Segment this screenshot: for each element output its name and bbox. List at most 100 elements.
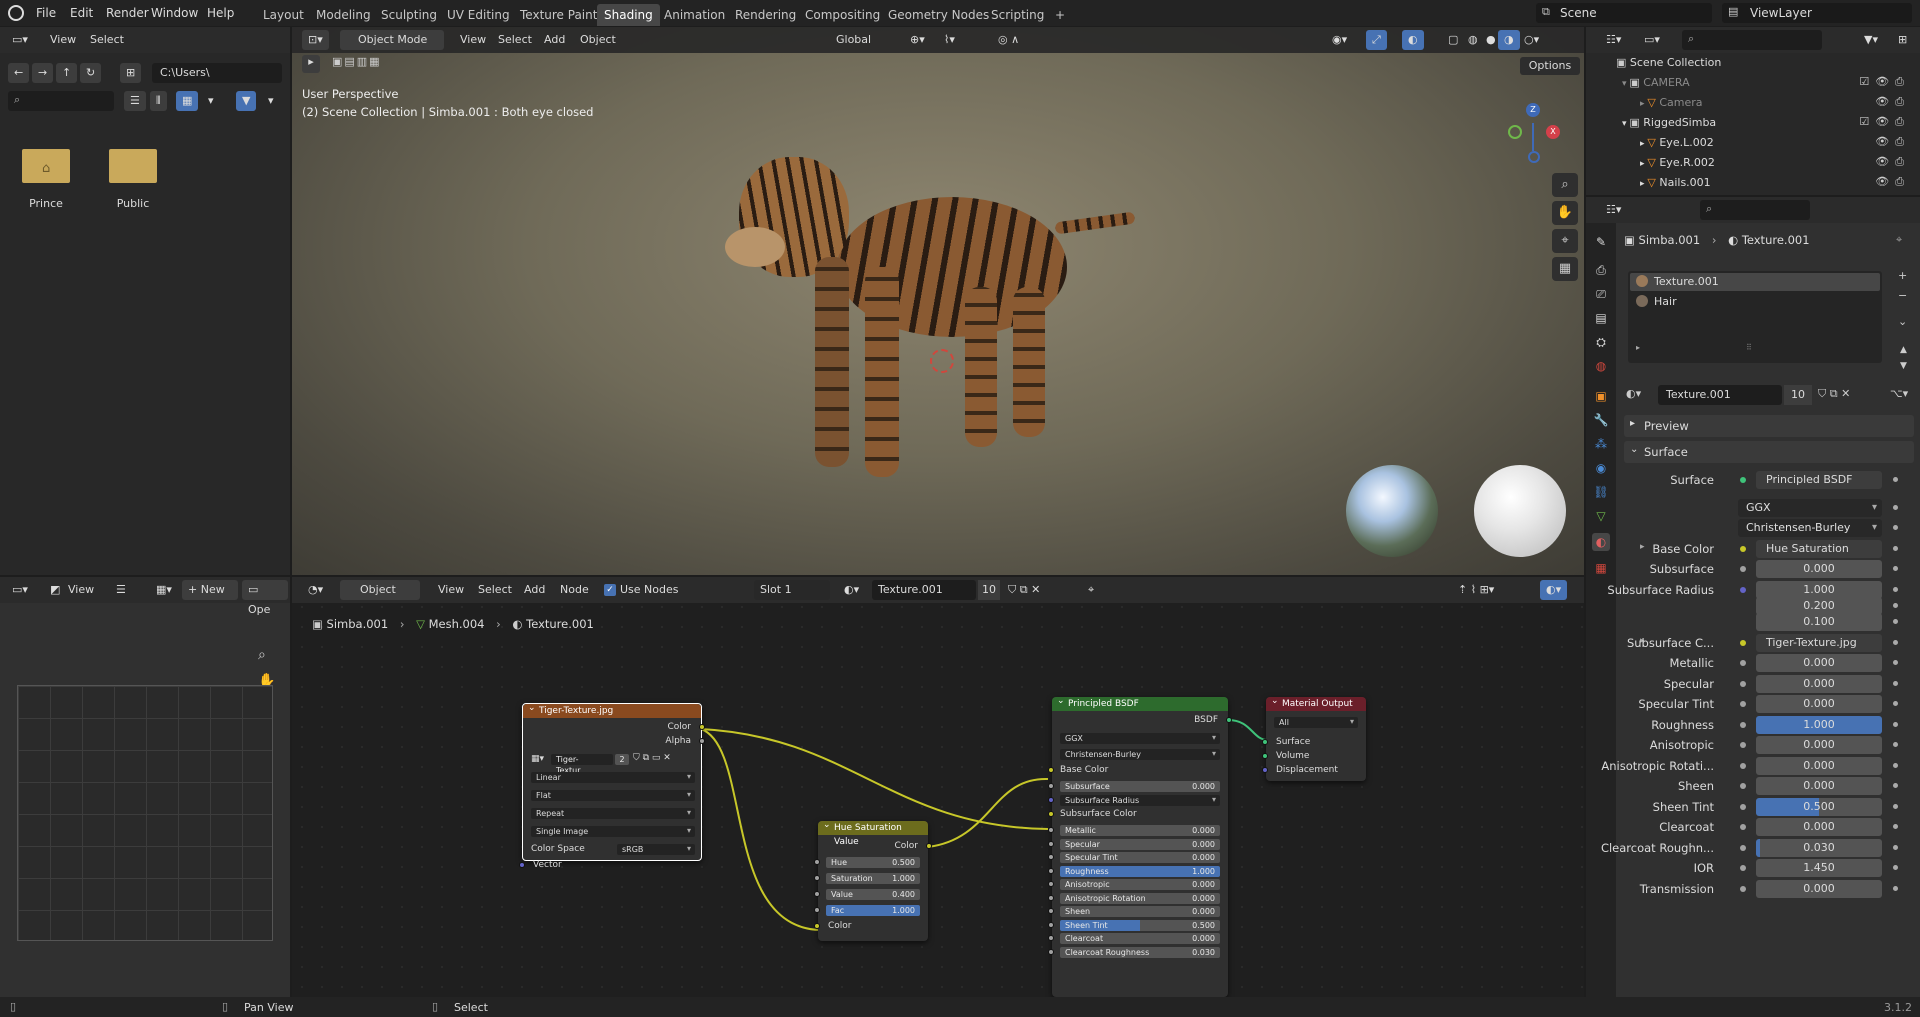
tab-texture-paint[interactable]: Texture Paint [513, 4, 604, 26]
folder-public[interactable]: Public [105, 145, 161, 217]
value-slider[interactable]: 0.100 [1756, 613, 1882, 631]
modifier-tab-icon[interactable]: 🔧 [1592, 411, 1610, 429]
horizontal-list-icon[interactable]: ⫴ [150, 91, 167, 111]
outliner-row[interactable]: ▸ ▽ Eye.L.002 [1640, 135, 1714, 151]
tab-sculpting[interactable]: Sculpting [374, 4, 444, 26]
path-field[interactable]: C:\Users\ [152, 63, 282, 83]
keyframe-dot-icon[interactable] [1893, 546, 1898, 551]
preview-panel-header[interactable]: ▸ Preview [1624, 415, 1914, 437]
bsdf-socket-in[interactable] [1048, 854, 1054, 860]
tab-uv-editing[interactable]: UV Editing [440, 4, 517, 26]
bsdf-socket-in[interactable] [1048, 948, 1054, 955]
snap-icon[interactable]: ⌇▾ [938, 30, 961, 50]
value-slider[interactable]: 0.000 [1756, 879, 1882, 898]
menu-window[interactable]: Window [145, 0, 204, 26]
material-name-field[interactable]: Texture.001 [1658, 385, 1782, 405]
menu-view[interactable]: View [62, 580, 100, 600]
constraints-tab-icon[interactable]: ⛓ [1592, 483, 1610, 501]
image-texture-node[interactable]: Tiger-Texture.jpg Color Alpha ▦▾ Tiger-T… [519, 701, 705, 870]
subsurface-method-dropdown[interactable]: Christensen-Burley [1060, 748, 1220, 760]
list-expand-icon[interactable]: ▸ [1636, 343, 1640, 352]
bsdf-field-specular[interactable]: Specular 0.000 [1060, 838, 1220, 850]
keyframe-dot-icon[interactable] [1893, 885, 1898, 891]
socket-dot-icon[interactable] [1740, 640, 1746, 646]
socket-displacement-in[interactable] [1262, 767, 1268, 773]
output-target-dropdown[interactable]: All [1274, 716, 1358, 728]
editor-type-icon[interactable]: ▭▾ [6, 580, 34, 600]
parent-dir-icon[interactable]: ↑ [56, 63, 78, 83]
bsdf-socket-in[interactable] [1048, 840, 1054, 847]
linked-input-field[interactable]: Principled BSDF [1756, 471, 1882, 489]
editor-type-icon[interactable]: ☷▾ [1600, 30, 1627, 50]
socket-surface-in[interactable] [1262, 739, 1268, 745]
socket-dot-icon[interactable] [1740, 885, 1746, 892]
image-browse-icon[interactable]: ▦▾ [150, 580, 178, 600]
move-slot-down-icon[interactable]: ▼ [1900, 361, 1907, 371]
fac-field[interactable]: Fac 1.000 [826, 905, 920, 916]
mode-selector[interactable]: Object Mode [340, 30, 444, 50]
image-canvas-grid[interactable] [17, 685, 273, 941]
socket-alpha-out[interactable] [699, 738, 705, 744]
overlay-icon[interactable]: ◐ [1402, 30, 1424, 50]
bsdf-socket-in[interactable] [1048, 908, 1054, 914]
keyframe-dot-icon[interactable] [1893, 505, 1898, 510]
image-browse-icon[interactable]: ▦▾ [531, 754, 544, 764]
keyframe-dot-icon[interactable] [1893, 721, 1898, 727]
view-layer-selector[interactable]: ▤ ViewLayer [1722, 3, 1912, 23]
keyframe-dot-icon[interactable] [1893, 640, 1898, 645]
tab-compositing[interactable]: Compositing [798, 4, 887, 26]
subsurface-radius-dropdown[interactable]: Subsurface Radius [1060, 794, 1220, 806]
list-resize-handle[interactable]: ⠿ [1746, 343, 1752, 352]
bsdf-field-metallic[interactable]: Metallic 0.000 [1060, 825, 1220, 836]
socket-dot-icon[interactable] [1740, 721, 1746, 728]
material-slot-item[interactable]: Texture.001 [1630, 273, 1880, 291]
open-image-button[interactable]: ▭ Ope [242, 580, 288, 616]
tab-rendering[interactable]: Rendering [728, 4, 803, 26]
distribution-dropdown[interactable]: GGX [1060, 732, 1220, 744]
particles-tab-icon[interactable]: ⁂ [1592, 435, 1610, 453]
texture-tab-icon[interactable]: ▦ [1592, 559, 1610, 577]
value-slider[interactable]: 0.000 [1756, 674, 1882, 693]
linked-input-field[interactable]: Tiger-Texture.jpg [1756, 634, 1882, 652]
tab-shading[interactable]: Shading [597, 4, 660, 26]
keyframe-dot-icon[interactable] [1893, 762, 1898, 768]
properties-search-input[interactable]: ⌕ [1700, 200, 1810, 220]
visibility-toggles[interactable]: ☑👁⎙ [1859, 115, 1910, 129]
select-tool-icon[interactable]: ▸ [302, 55, 320, 73]
display-settings-icon[interactable]: ▾ [202, 91, 220, 111]
outliner-root[interactable]: ▣ Scene Collection [1616, 55, 1721, 71]
material-tab-icon[interactable]: ◐ [1592, 533, 1610, 551]
bsdf-field-sheen-tint[interactable]: Sheen Tint 0.500 [1060, 919, 1220, 931]
menu-select[interactable]: Select [84, 30, 130, 50]
value-slider[interactable]: 0.000 [1756, 777, 1882, 795]
menu-select[interactable]: Select [492, 30, 538, 50]
node-tree-icon[interactable]: ⌥▾ [1890, 387, 1908, 400]
data-tab-icon[interactable]: ▽ [1592, 507, 1610, 525]
camera-view-icon[interactable]: ⌖ [1552, 229, 1578, 253]
bsdf-field-specular-tint[interactable]: Specular Tint 0.000 [1060, 852, 1220, 863]
bsdf-socket-in[interactable] [1048, 921, 1054, 928]
tool-tab-icon[interactable]: ✎ [1592, 233, 1610, 251]
filter-icon[interactable]: ▼▾ [1858, 30, 1884, 50]
viewport-3d[interactable]: ⊡▾ Object Mode View Select Add Object Gl… [292, 27, 1584, 575]
z-axis-icon[interactable]: Z [1526, 103, 1540, 117]
bsdf-socket-in[interactable] [1048, 894, 1054, 901]
material-users[interactable]: 10 [1784, 385, 1812, 405]
menu-object[interactable]: Object [574, 30, 622, 50]
list-view-icon[interactable]: ☰ [124, 91, 146, 111]
outliner-row[interactable]: ▾ ▣ CAMERA [1622, 75, 1690, 91]
keyframe-dot-icon[interactable] [1893, 603, 1898, 608]
material-slot-item[interactable]: Hair [1630, 293, 1880, 311]
display-mode-icon[interactable]: ▭▾ [1638, 30, 1666, 50]
visibility-toggles[interactable]: 👁⎙ [1875, 95, 1910, 109]
value-slider[interactable]: 0.500 [1756, 797, 1882, 816]
node-header[interactable]: Material Output [1266, 694, 1366, 711]
material-actions-icon[interactable]: ⛉ ⧉ ✕ [1818, 387, 1850, 401]
outliner-row[interactable]: ▸ ▽ Eye.R.002 [1640, 155, 1715, 171]
add-slot-icon[interactable]: + [1898, 269, 1907, 282]
outliner-search-input[interactable]: ⌕ [1682, 30, 1822, 50]
saturation-field[interactable]: Saturation 1.000 [826, 873, 920, 884]
new-image-button[interactable]: + New [182, 580, 238, 600]
socket-color-in[interactable] [814, 923, 820, 929]
tab-scripting[interactable]: Scripting [984, 4, 1051, 26]
